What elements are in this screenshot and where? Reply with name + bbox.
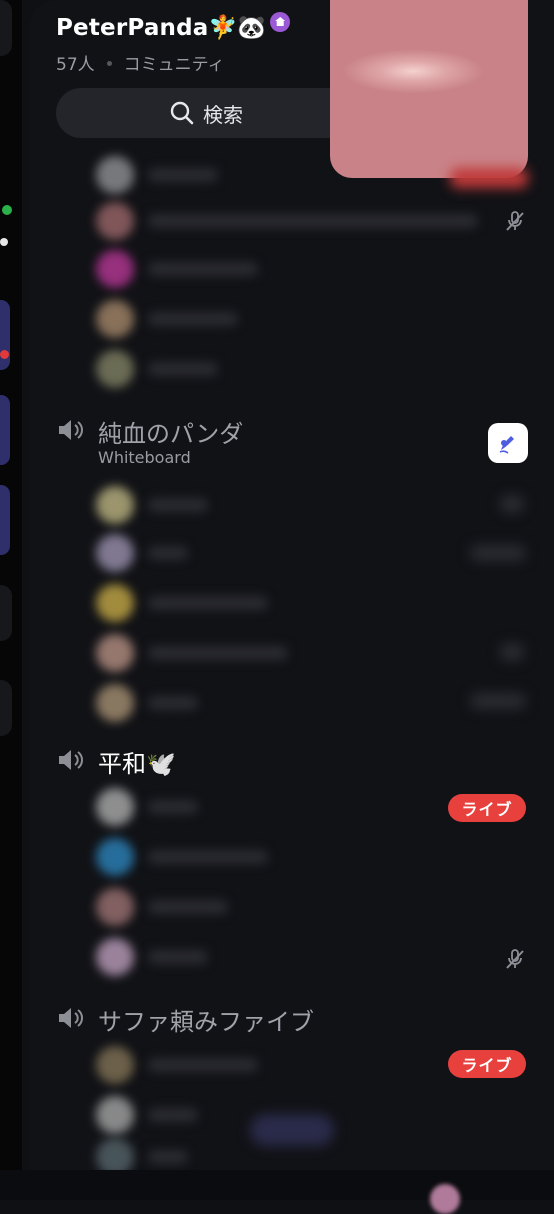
mic-muted-icon	[506, 211, 524, 231]
member-row[interactable]	[96, 1138, 188, 1176]
server-emoji: 🧚🐼	[208, 15, 267, 41]
member-row[interactable]	[96, 250, 258, 288]
member-row[interactable]	[96, 1046, 258, 1084]
channel-name: サファ頼みファイブ	[98, 1008, 314, 1036]
member-row[interactable]	[96, 156, 218, 194]
member-row[interactable]	[96, 888, 228, 926]
server-icon[interactable]	[0, 485, 10, 555]
speaker-icon	[59, 750, 83, 770]
bottom-nav[interactable]	[0, 1170, 554, 1214]
server-meta: 57人 コミュニティ	[56, 50, 225, 75]
member-row[interactable]	[96, 486, 208, 524]
member-row[interactable]	[96, 838, 268, 876]
search-button[interactable]: 検索	[56, 88, 356, 138]
status-dot	[2, 205, 12, 215]
video-preview[interactable]	[330, 0, 528, 178]
member-row[interactable]	[96, 938, 208, 976]
search-icon	[170, 101, 194, 125]
member-row[interactable]	[96, 202, 478, 240]
server-icon[interactable]	[0, 395, 10, 465]
speaker-icon	[59, 1008, 83, 1028]
home-icon	[270, 12, 291, 32]
server-category: コミュニティ	[123, 55, 225, 75]
status-icons	[500, 643, 524, 661]
voice-channel[interactable]: サファ頼みファイブ	[56, 1002, 314, 1037]
server-name-text: PeterPanda	[56, 15, 209, 41]
server-name[interactable]: PeterPanda🧚🐼	[56, 12, 291, 41]
status-dot	[0, 238, 8, 246]
mic-muted-icon	[506, 949, 524, 969]
status-icons	[500, 495, 524, 513]
server-icon[interactable]	[0, 0, 12, 56]
server-icon[interactable]	[0, 585, 12, 641]
speaker-icon	[59, 420, 83, 440]
member-row[interactable]	[96, 300, 238, 338]
channel-name: 純血のパンダ	[98, 420, 244, 448]
status-icons	[470, 545, 526, 561]
server-rail[interactable]	[0, 0, 22, 1200]
member-row[interactable]	[96, 534, 188, 572]
live-badge-partial	[450, 168, 528, 188]
member-row[interactable]	[96, 634, 288, 672]
member-row[interactable]	[96, 684, 198, 722]
member-row[interactable]	[96, 788, 198, 826]
floating-control[interactable]	[250, 1114, 334, 1146]
live-badge: ライブ	[448, 794, 526, 822]
voice-channel[interactable]: 純血のパンダ Whiteboard	[56, 414, 244, 467]
notification-dot	[0, 350, 9, 359]
status-icons	[470, 693, 526, 709]
search-label: 検索	[203, 102, 243, 127]
voice-channel[interactable]: 平和🕊️	[56, 744, 176, 779]
channel-name: 平和🕊️	[98, 750, 176, 778]
server-icon[interactable]	[0, 300, 10, 370]
profile-avatar[interactable]	[430, 1184, 460, 1214]
hand-draw-icon	[499, 436, 514, 454]
member-count: 57人	[56, 55, 95, 75]
activity-button[interactable]	[488, 423, 528, 463]
member-row[interactable]	[96, 584, 268, 622]
server-icon[interactable]	[0, 680, 12, 736]
live-badge: ライブ	[448, 1050, 526, 1078]
member-row[interactable]	[96, 1096, 198, 1134]
separator-dot	[106, 61, 112, 66]
channel-activity: Whiteboard	[98, 448, 191, 467]
member-row[interactable]	[96, 350, 218, 388]
